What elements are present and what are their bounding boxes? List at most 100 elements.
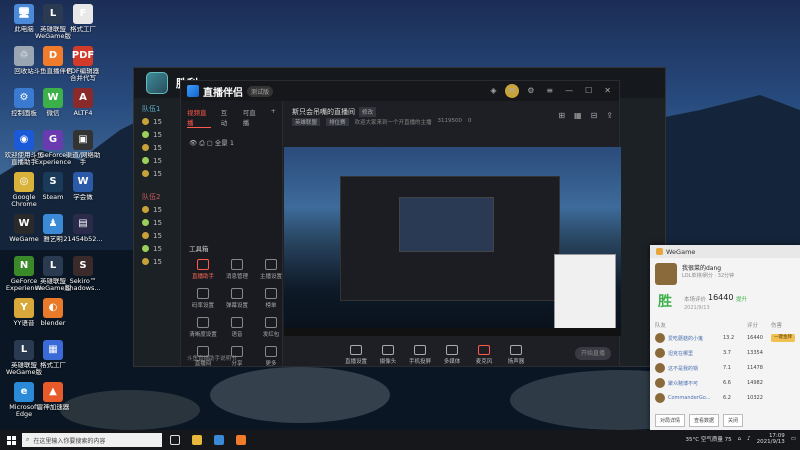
desktop-icon[interactable]: ▲ 雷神加速器 bbox=[33, 382, 73, 420]
menu-icon[interactable]: ≡ bbox=[546, 86, 553, 95]
start-live-button[interactable]: 开始直播 bbox=[575, 347, 611, 360]
gold-button[interactable]: 一键金牌 bbox=[771, 334, 795, 342]
control-button[interactable]: 麦克风 bbox=[472, 345, 496, 365]
popup-footer: 对局详情 查看数据 关闭 bbox=[655, 414, 795, 427]
desktop-icon[interactable]: S Sekiro™ Shadows... bbox=[63, 256, 103, 294]
desktop-icon-label: PDF编辑器 合并代写 bbox=[66, 68, 100, 83]
live-preview[interactable] bbox=[284, 147, 621, 336]
desktop-icon[interactable]: PDF PDF编辑器 合并代写 bbox=[63, 46, 103, 84]
app-icon: D bbox=[43, 46, 63, 66]
control-button[interactable]: 手机投屏 bbox=[408, 345, 432, 365]
scene-item[interactable]: 👁 ⎙ ▢ 全景 1 bbox=[181, 134, 282, 151]
app-icon: W bbox=[14, 214, 34, 234]
player-row[interactable]: 15 bbox=[142, 255, 182, 268]
champion-icon bbox=[142, 206, 149, 213]
close-icon[interactable]: ✕ bbox=[604, 86, 611, 95]
teammate-row[interactable]: CommanderGo... 6.2 10322 bbox=[655, 391, 795, 405]
tab-interact[interactable]: 互动 bbox=[221, 107, 233, 128]
control-button[interactable]: 多媒体 bbox=[440, 345, 464, 365]
player-row[interactable]: 15 bbox=[142, 242, 182, 255]
player-level: 15 bbox=[153, 244, 162, 253]
control-button[interactable]: 扬声器 bbox=[504, 345, 528, 365]
match-detail-button[interactable]: 对局详情 bbox=[655, 414, 686, 427]
close-button[interactable]: 关闭 bbox=[723, 414, 744, 427]
toolbox-item[interactable]: 码率设置 bbox=[187, 288, 219, 309]
toolbox-item[interactable]: 语音 bbox=[221, 317, 253, 338]
maximize-icon[interactable]: ☐ bbox=[585, 86, 592, 95]
gift-icon[interactable]: ⊞ bbox=[558, 111, 565, 120]
tool-icon bbox=[265, 346, 277, 357]
desktop-icon[interactable]: A ALTF4 bbox=[63, 88, 103, 126]
toolbox-item[interactable]: 消息管理 bbox=[221, 259, 253, 280]
player-row[interactable]: 15 bbox=[142, 128, 182, 141]
tool-icon bbox=[231, 317, 243, 328]
tab-video-live[interactable]: 视频直播 bbox=[187, 107, 211, 128]
grid-icon[interactable]: ▦ bbox=[574, 111, 582, 120]
player-row[interactable]: 15 bbox=[142, 167, 182, 180]
team-1-label: 队伍1 bbox=[142, 104, 161, 113]
player-row[interactable]: 15 bbox=[142, 141, 182, 154]
lock-icon[interactable]: ⊟ bbox=[591, 111, 598, 120]
toolbox-item[interactable]: 更多 bbox=[255, 346, 287, 367]
volume-icon[interactable]: ♪ bbox=[747, 436, 751, 442]
share-icon[interactable]: ⇪ bbox=[606, 111, 613, 120]
weather-text[interactable]: 35°C 空气质量 75 bbox=[685, 435, 731, 443]
toolbox-item[interactable]: 发红包 bbox=[255, 317, 287, 338]
start-button[interactable] bbox=[0, 435, 22, 445]
control-icon bbox=[382, 345, 394, 355]
view-data-button[interactable]: 查看数据 bbox=[689, 414, 720, 427]
player-level: 15 bbox=[153, 218, 162, 227]
app-icon: ◉ bbox=[14, 130, 34, 150]
champion-icon bbox=[142, 118, 149, 125]
app-icon: S bbox=[43, 172, 63, 192]
live-assistant-taskbar-icon[interactable] bbox=[210, 433, 228, 447]
teammate-row[interactable]: 爱吃蘑菇的小鬼 13.2 16440 一键金牌 bbox=[655, 331, 795, 345]
control-button[interactable]: 直播设置 bbox=[344, 345, 368, 365]
toolbox-item[interactable]: 直播助手 bbox=[187, 259, 219, 280]
player-row[interactable]: 15 bbox=[142, 154, 182, 167]
toolbox-item[interactable]: 清晰度设置 bbox=[187, 317, 219, 338]
minimize-icon[interactable]: — bbox=[565, 86, 573, 95]
task-view-icon[interactable] bbox=[166, 433, 184, 447]
desktop-icon[interactable]: ▣ 渠道/网络助手 bbox=[63, 130, 103, 168]
player-row[interactable]: 15 bbox=[142, 115, 182, 128]
teammate-row[interactable]: 坦克在哪里 3.7 13354 bbox=[655, 346, 795, 360]
control-button[interactable]: 摄像头 bbox=[376, 345, 400, 365]
preview-wegame-popup bbox=[554, 254, 616, 332]
toolbox-item[interactable]: 弹幕设置 bbox=[221, 288, 253, 309]
network-icon[interactable]: ⌂ bbox=[738, 436, 742, 442]
file-explorer-icon[interactable] bbox=[188, 433, 206, 447]
manual-link[interactable]: 斗鱼直播助手说明书 bbox=[187, 354, 237, 362]
score-value: 16440 bbox=[708, 293, 734, 302]
app-icon: ▦ bbox=[43, 340, 63, 360]
desktop-icon[interactable]: ◐ blender bbox=[33, 298, 73, 336]
teammate-row[interactable]: 聚众赌博不可 6.6 14982 bbox=[655, 376, 795, 390]
settings-icon[interactable]: ⚙ bbox=[527, 86, 534, 95]
douyu-taskbar-icon[interactable] bbox=[232, 433, 250, 447]
skin-icon[interactable]: ◈ bbox=[490, 86, 496, 95]
add-tab-icon[interactable]: + bbox=[271, 107, 276, 128]
tab-available[interactable]: 可直播 bbox=[243, 107, 261, 128]
desktop-icon[interactable]: F 格式工厂 bbox=[63, 4, 103, 42]
player-row[interactable]: 15 bbox=[142, 203, 182, 216]
desktop-icon[interactable]: W 学会做 bbox=[63, 172, 103, 210]
team-2-label: 队伍2 bbox=[142, 192, 161, 201]
live-assistant-window[interactable]: 直播伴侣 测试版 ◈ ✉ ⚙ ≡ — ☐ ✕ 视频直播 互动 可直播 + 👁 ⎙… bbox=[180, 80, 621, 369]
desktop-icon[interactable]: ▦ 格式工厂 bbox=[33, 340, 73, 378]
toolbox-item[interactable]: 主播设置 bbox=[255, 259, 287, 280]
live-control-bar: 直播设置 摄像头 手机投屏 多媒体 麦克风 扬声器 bbox=[284, 341, 619, 369]
notification-icon[interactable]: ▭ bbox=[791, 436, 796, 442]
desktop-icon[interactable]: ▤ 21454b52... bbox=[63, 214, 103, 252]
wegame-popup[interactable]: WeGame 我很菜的dang LOL单排/刷分 · 32分钟 胜 本场评价 1… bbox=[650, 245, 800, 431]
teammate-row[interactable]: 这不是我的锅 7.1 11478 bbox=[655, 361, 795, 375]
toolbox-item[interactable]: 榜单 bbox=[255, 288, 287, 309]
taskbar-search[interactable]: ⌕ 在这里输入你要搜索的内容 bbox=[22, 433, 162, 447]
clock[interactable]: 17:09 2021/9/13 bbox=[757, 433, 785, 445]
player-row[interactable]: 15 bbox=[142, 216, 182, 229]
tool-icon bbox=[265, 317, 277, 328]
player-row[interactable]: 15 bbox=[142, 229, 182, 242]
app-icon: F bbox=[73, 4, 93, 24]
message-icon[interactable]: ✉ bbox=[509, 86, 516, 95]
player-level: 15 bbox=[153, 130, 162, 139]
edit-room-button[interactable]: 修改 bbox=[359, 107, 377, 117]
